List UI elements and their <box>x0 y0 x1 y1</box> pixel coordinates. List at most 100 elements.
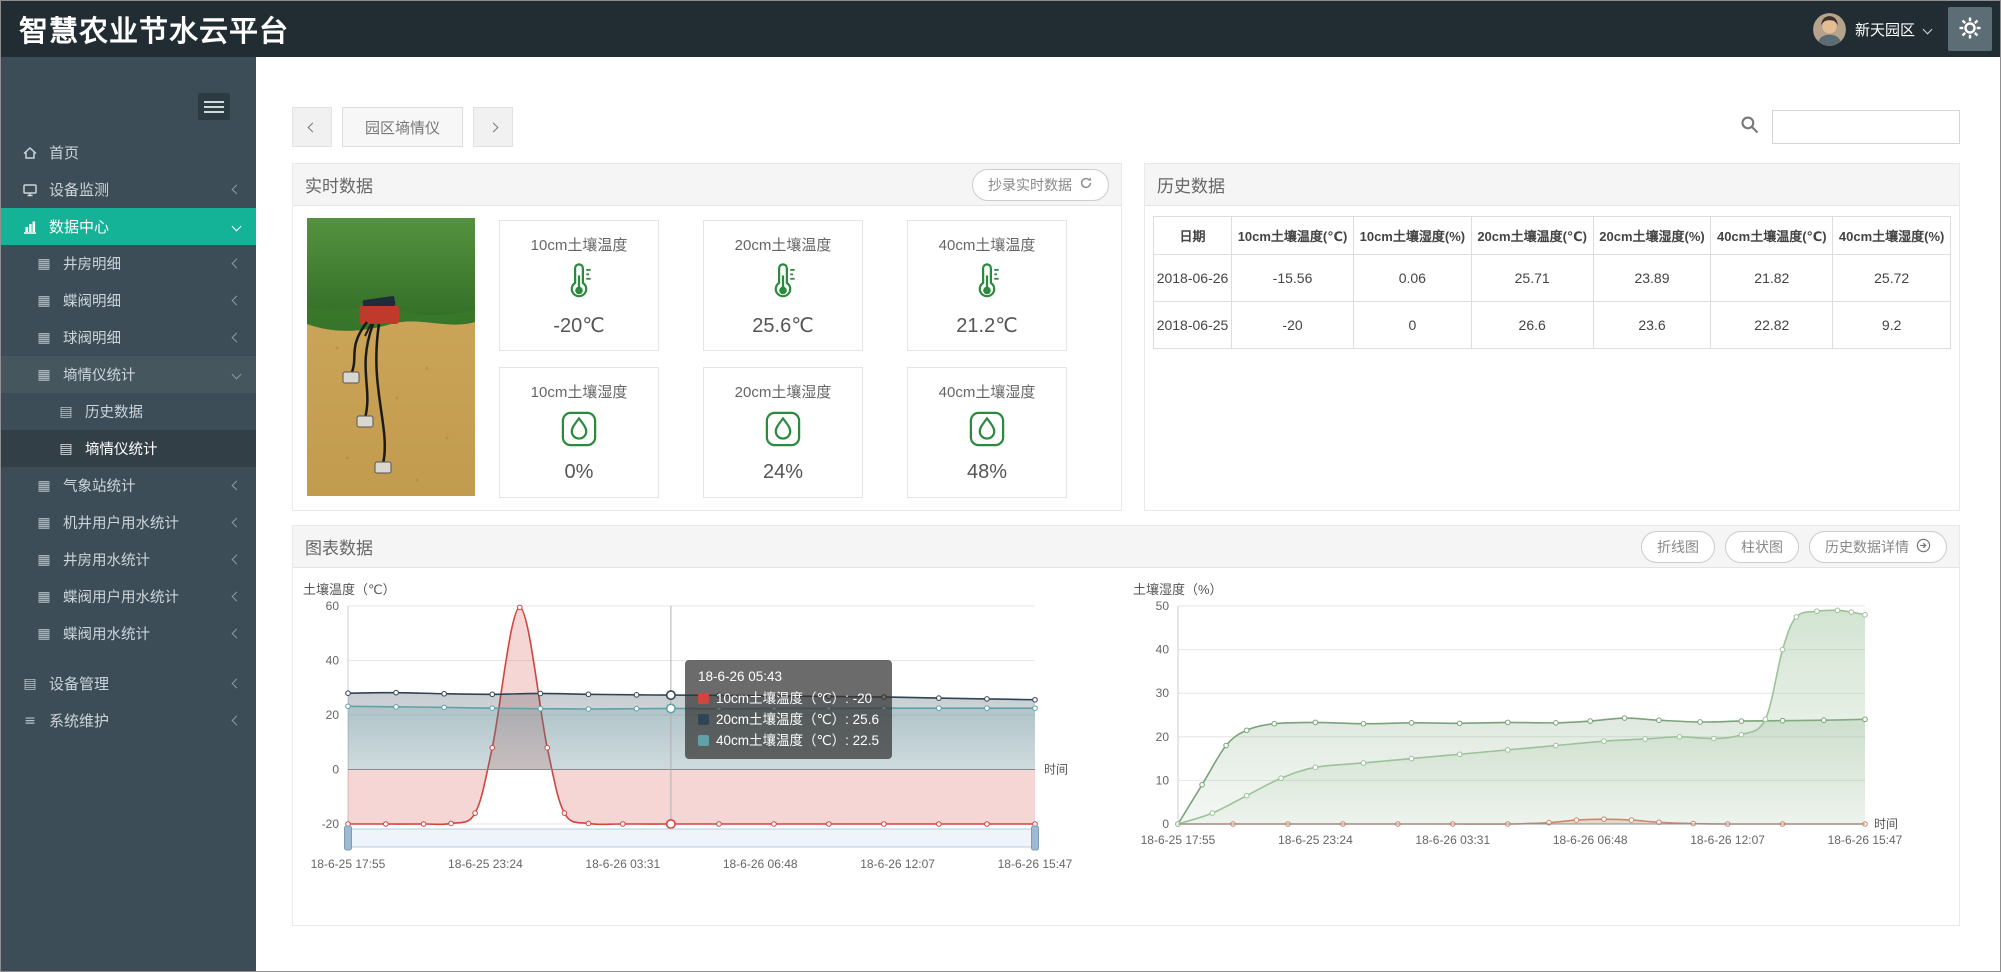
table-row: 2018-06-25 -20 0 26.6 23.6 22.82 9.2 <box>1154 302 1951 349</box>
sidebar-item-system-maintenance[interactable]: ≡ 系统维护 <box>1 702 256 739</box>
main-content: 园区墒情仪 实时数据 抄录实时数据 <box>256 57 2000 971</box>
sidebar-item-device-management[interactable]: ▤ 设备管理 <box>1 665 256 702</box>
sidebar-toggle-button[interactable] <box>198 93 230 120</box>
chevron-left-icon <box>232 481 242 491</box>
org-name[interactable]: 新天园区 <box>1855 19 1915 40</box>
thermometer-icon <box>967 261 1007 306</box>
monitor-icon <box>21 182 39 198</box>
avatar[interactable] <box>1813 13 1846 46</box>
metric-card: 40cm土壤温度 21.2℃ <box>907 220 1067 351</box>
svg-text:20: 20 <box>326 708 340 722</box>
sidebar-item-soil-moisture-stats-page[interactable]: ▤ 墒情仪统计 <box>1 430 256 467</box>
history-title: 历史数据 <box>1157 172 1225 197</box>
prev-device-button[interactable] <box>292 107 332 147</box>
line-chart-button[interactable]: 折线图 <box>1641 531 1715 563</box>
settings-button[interactable] <box>1948 7 1992 51</box>
avatar-image <box>1813 13 1846 46</box>
sidebar: 首页 设备监测 数据中心 ▦ 井房明细 ▦ 蝶阀明细 <box>1 57 256 971</box>
sidebar-item-bvalve-user-water-stats[interactable]: ▦ 蝶阀用户用水统计 <box>1 578 256 615</box>
table-icon: ▦ <box>35 589 53 605</box>
page-title: 智慧农业节水云平台 <box>1 8 289 50</box>
sidebar-item-history-data[interactable]: ▤ 历史数据 <box>1 393 256 430</box>
circle-arrow-icon <box>1916 538 1931 556</box>
app-window: 智慧农业节水云平台 新天园区 <box>0 0 2001 972</box>
charts-panel: 图表数据 折线图 柱状图 历史数据详情 土壤温度（℃）6040200-2018-… <box>292 525 1960 926</box>
chevron-left-icon <box>232 629 242 639</box>
charts-row: 土壤温度（℃）6040200-2018-6-25 17:5518-6-25 23… <box>293 568 1959 925</box>
chevron-down-icon <box>232 222 242 232</box>
bar-chart-icon <box>21 219 39 235</box>
sidebar-item-bvalve-water-stats[interactable]: ▦ 蝶阀用水统计 <box>1 615 256 652</box>
copy-realtime-button[interactable]: 抄录实时数据 <box>972 169 1109 201</box>
humidity-chart[interactable]: 土壤湿度（%）5040302010018-6-25 17:5518-6-25 2… <box>1123 576 1923 911</box>
table-icon: ▦ <box>35 515 53 531</box>
sidebar-item-well-house-water-stats[interactable]: ▦ 井房用水统计 <box>1 541 256 578</box>
temperature-chart[interactable]: 土壤温度（℃）6040200-2018-6-25 17:5518-6-25 23… <box>293 576 1093 911</box>
history-panel-header: 历史数据 <box>1145 164 1959 206</box>
chevron-left-icon <box>307 122 317 132</box>
metric-card: 10cm土壤湿度 0% <box>499 367 659 498</box>
refresh-icon <box>1079 176 1093 193</box>
chevron-left-icon <box>232 716 242 726</box>
table-icon: ▦ <box>35 552 53 568</box>
svg-text:-20: -20 <box>322 817 340 831</box>
sidebar-item-soil-moisture-stats[interactable]: ▦ 墒情仪统计 <box>1 356 256 393</box>
device-tab-button[interactable]: 园区墒情仪 <box>342 107 463 147</box>
metric-value: 24% <box>763 461 803 484</box>
svg-text:18-6-25 17:55: 18-6-25 17:55 <box>311 857 386 871</box>
realtime-title: 实时数据 <box>305 172 373 197</box>
svg-text:60: 60 <box>326 599 340 613</box>
metric-value: 0% <box>565 461 594 484</box>
droplet-icon <box>967 409 1007 454</box>
sidebar-item-weather-station-stats[interactable]: ▦ 气象站统计 <box>1 467 256 504</box>
svg-text:50: 50 <box>1156 599 1170 613</box>
chevron-down-icon <box>232 370 242 380</box>
chevron-right-icon <box>488 122 498 132</box>
svg-text:18-6-26 06:48: 18-6-26 06:48 <box>1553 833 1628 847</box>
document-icon: ▤ <box>57 404 75 420</box>
sidebar-item-well-user-water-stats[interactable]: ▦ 机井用户用水统计 <box>1 504 256 541</box>
humidity-chart-svg[interactable]: 土壤湿度（%）5040302010018-6-25 17:5518-6-25 2… <box>1123 576 1923 911</box>
chevron-left-icon <box>232 185 242 195</box>
metric-value: -20℃ <box>553 313 604 338</box>
sidebar-item-well-house-detail[interactable]: ▦ 井房明细 <box>1 245 256 282</box>
chevron-left-icon <box>232 592 242 602</box>
device-toolbar: 园区墒情仪 <box>292 107 1960 147</box>
metric-card: 20cm土壤温度 25.6℃ <box>703 220 863 351</box>
next-device-button[interactable] <box>473 107 513 147</box>
table-icon: ▦ <box>35 293 53 309</box>
metric-cards: 10cm土壤温度 -20℃ 20cm土壤温度 25.6℃ 40cm土壤温度 <box>499 218 1067 498</box>
metric-value: 48% <box>967 461 1007 484</box>
svg-text:18-6-26 12:07: 18-6-26 12:07 <box>1690 833 1765 847</box>
bar-chart-button[interactable]: 柱状图 <box>1725 531 1799 563</box>
sidebar-item-butterfly-valve-detail[interactable]: ▦ 蝶阀明细 <box>1 282 256 319</box>
top-panels-row: 实时数据 抄录实时数据 <box>292 163 1960 511</box>
history-detail-button[interactable]: 历史数据详情 <box>1809 531 1947 563</box>
search-icon[interactable] <box>1740 115 1760 140</box>
table-icon: ▦ <box>35 478 53 494</box>
search-input[interactable] <box>1772 110 1960 144</box>
history-table-wrap: 日期 10cm土壤温度(℃) 10cm土壤湿度(%) 20cm土壤温度(℃) 2… <box>1145 206 1959 359</box>
charts-panel-header: 图表数据 折线图 柱状图 历史数据详情 <box>293 526 1959 568</box>
search-area <box>1740 110 1960 144</box>
thermometer-icon <box>763 261 803 306</box>
history-panel: 历史数据 日期 10cm土壤温度(℃) 10cm土壤湿度(%) 20cm土壤温度… <box>1144 163 1960 511</box>
app-header: 智慧农业节水云平台 新天园区 <box>1 1 2000 57</box>
chevron-down-icon[interactable] <box>1923 24 1933 34</box>
header-user-area: 新天园区 <box>1813 7 2000 51</box>
svg-text:40: 40 <box>1156 643 1170 657</box>
list-icon: ≡ <box>21 713 39 729</box>
table-icon: ▦ <box>35 367 53 383</box>
svg-text:18-6-25 17:55: 18-6-25 17:55 <box>1141 833 1216 847</box>
sidebar-item-device-monitoring[interactable]: 设备监测 <box>1 171 256 208</box>
svg-text:18-6-26 12:07: 18-6-26 12:07 <box>860 857 935 871</box>
metric-card: 20cm土壤湿度 24% <box>703 367 863 498</box>
temperature-chart-svg[interactable]: 土壤温度（℃）6040200-2018-6-25 17:5518-6-25 23… <box>293 576 1093 911</box>
sidebar-item-ball-valve-detail[interactable]: ▦ 球阀明细 <box>1 319 256 356</box>
svg-text:40: 40 <box>326 654 340 668</box>
svg-text:0: 0 <box>1162 817 1169 831</box>
realtime-panel: 实时数据 抄录实时数据 <box>292 163 1122 511</box>
metric-card: 40cm土壤湿度 48% <box>907 367 1067 498</box>
sidebar-item-data-center[interactable]: 数据中心 <box>1 208 256 245</box>
sidebar-item-home[interactable]: 首页 <box>1 134 256 171</box>
